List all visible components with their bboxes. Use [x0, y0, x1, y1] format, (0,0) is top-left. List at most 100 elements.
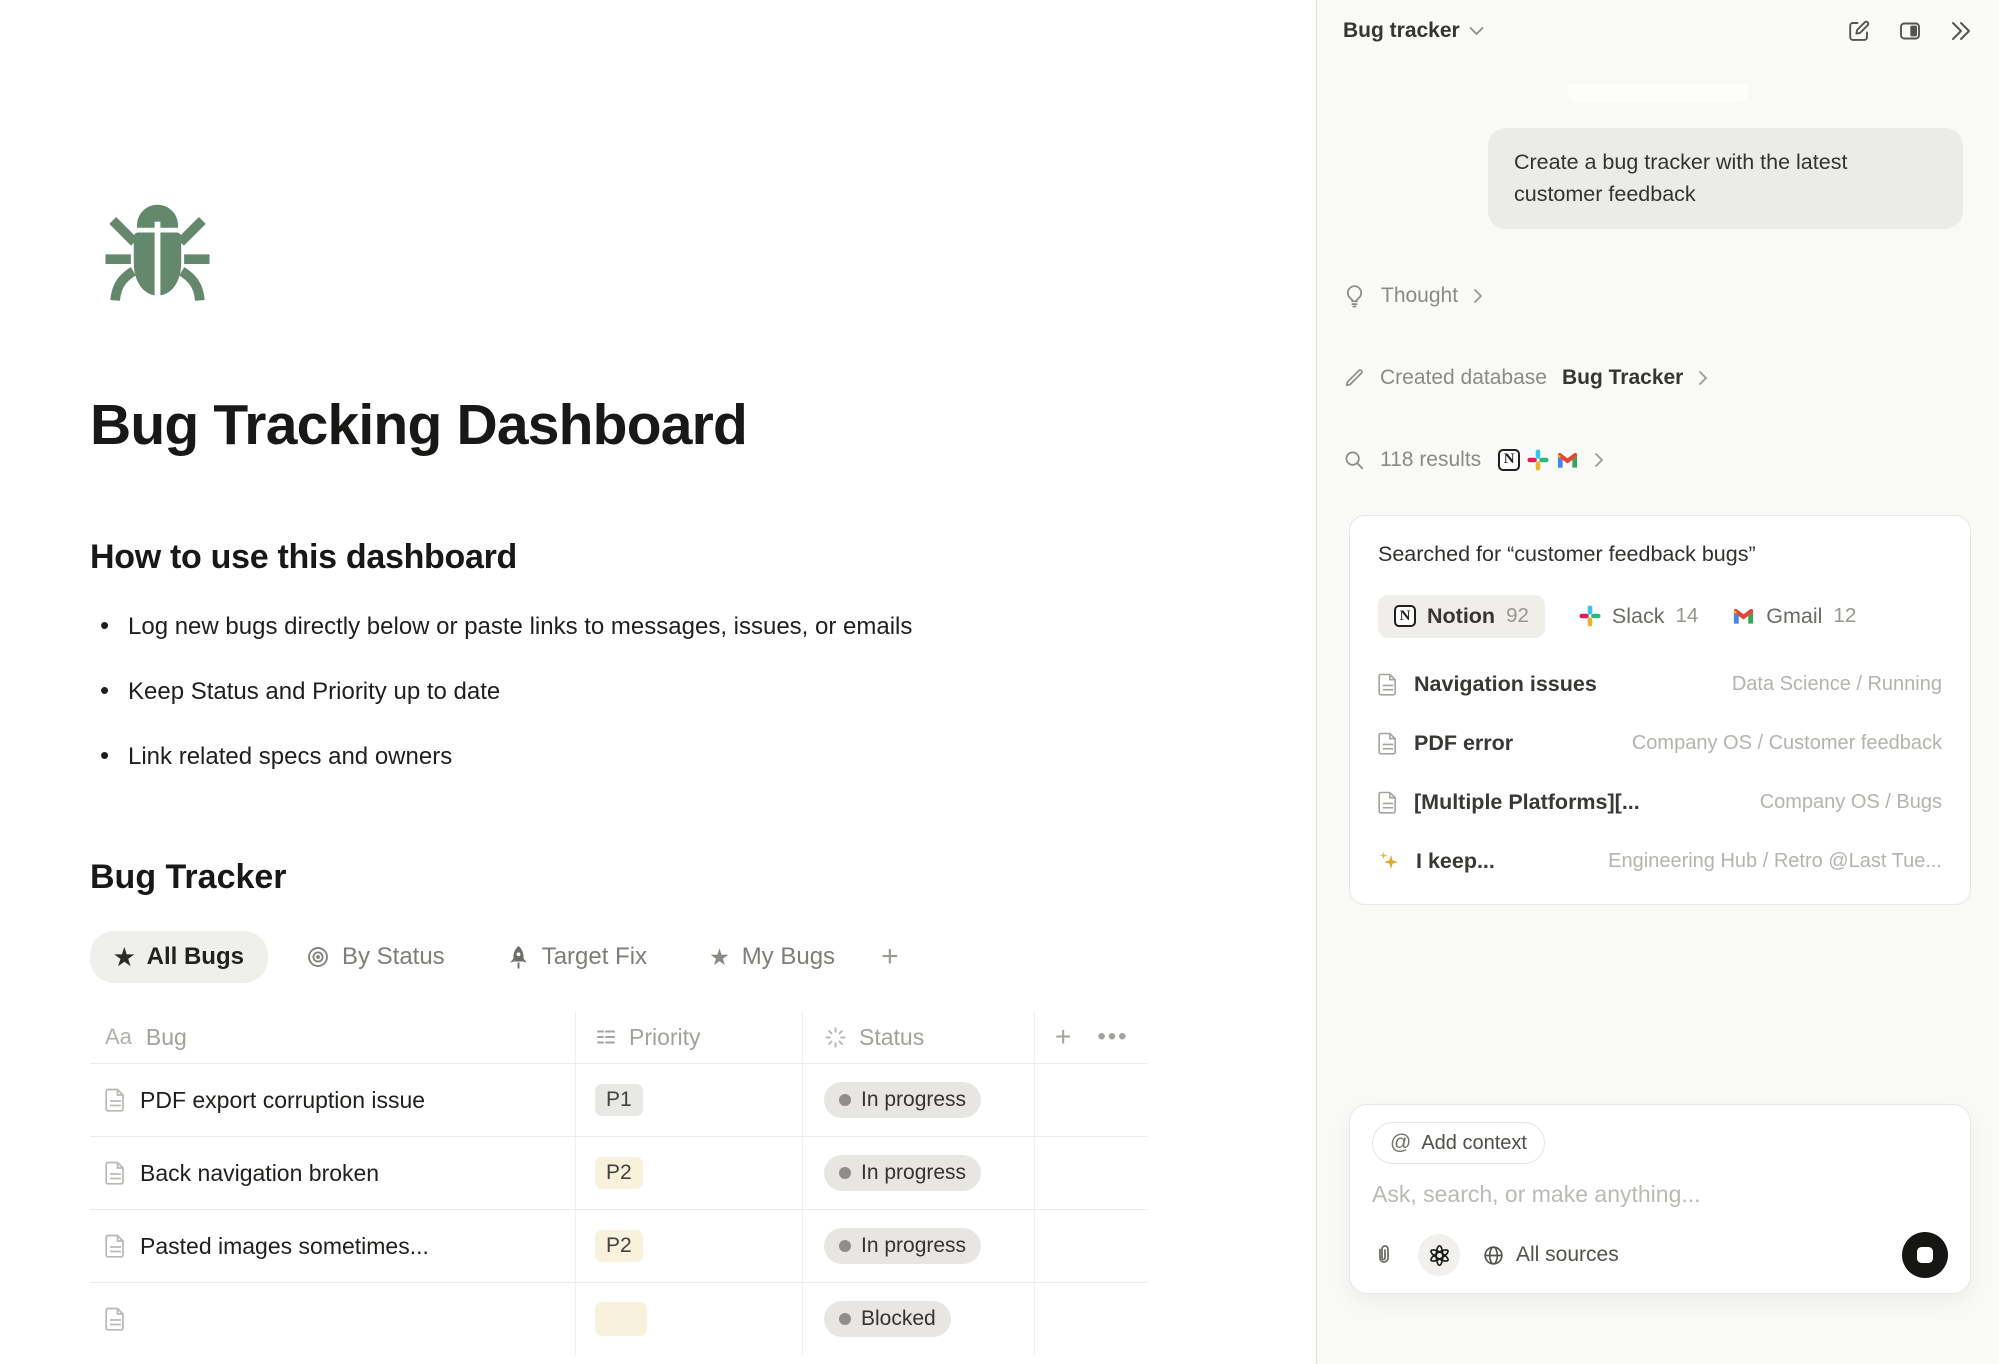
tab-all-bugs[interactable]: ★ All Bugs	[90, 931, 268, 983]
chat-thread: Create a bug tracker with the latest cus…	[1317, 62, 1999, 1364]
page-icon	[105, 1161, 126, 1185]
chevron-right-icon	[1473, 288, 1483, 304]
howto-heading: How to use this dashboard	[90, 538, 1120, 577]
chevron-right-icon	[1594, 452, 1604, 468]
text-type-icon: Aa	[105, 1024, 132, 1050]
search-results-card: Searched for “customer feedback bugs” N …	[1349, 515, 1971, 905]
table-options-button[interactable]: •••	[1097, 1023, 1128, 1051]
status-dot	[839, 1094, 851, 1106]
tab-my-bugs[interactable]: ★ My Bugs	[685, 931, 859, 983]
view-tabs: ★ All Bugs By Status Target Fix	[90, 931, 1120, 983]
gmail-icon	[1732, 607, 1755, 625]
bug-title: Back navigation broken	[140, 1160, 379, 1187]
openai-icon	[1427, 1243, 1452, 1268]
priority-chip[interactable]: P2	[595, 1157, 643, 1189]
panel-title[interactable]: Bug tracker	[1343, 19, 1460, 43]
bug-tracker-heading: Bug Tracker	[90, 858, 1120, 897]
priority-chip[interactable]: P2	[595, 1230, 643, 1262]
attachment-icon[interactable]	[1372, 1243, 1396, 1267]
stop-icon	[1917, 1247, 1933, 1263]
star-icon: ★	[114, 946, 135, 969]
status-spinner-icon	[824, 1026, 847, 1049]
bug-title: PDF export corruption issue	[140, 1087, 425, 1114]
compose-icon[interactable]	[1847, 19, 1871, 43]
status-dot	[839, 1240, 851, 1252]
target-icon	[306, 945, 330, 969]
notion-icon: N	[1498, 449, 1520, 471]
tab-by-status[interactable]: By Status	[282, 931, 469, 983]
result-item[interactable]: I keep... Engineering Hub / Retro @Last …	[1378, 849, 1942, 874]
result-item[interactable]: Navigation issues Data Science / Running	[1378, 672, 1942, 697]
chat-composer[interactable]: @ Add context Ask, search, or make anyth…	[1349, 1104, 1971, 1294]
status-pill[interactable]: In progress	[824, 1082, 981, 1118]
collapse-panel-icon[interactable]	[1949, 20, 1973, 42]
lightbulb-icon	[1343, 284, 1366, 308]
result-item[interactable]: PDF error Company OS / Customer feedback	[1378, 731, 1942, 756]
priority-chip[interactable]: P1	[595, 1084, 643, 1116]
search-icon	[1343, 449, 1365, 471]
status-pill[interactable]: Blocked	[824, 1301, 951, 1337]
bug-icon	[90, 189, 225, 310]
table-row[interactable]: Blocked	[90, 1282, 1147, 1355]
source-tab-notion[interactable]: N Notion 92	[1378, 595, 1545, 638]
howto-bullet: Log new bugs directly below or paste lin…	[90, 611, 1120, 642]
toggle-panel-icon[interactable]	[1898, 19, 1922, 43]
slack-icon	[1527, 449, 1549, 471]
page-icon	[105, 1088, 126, 1112]
status-pill[interactable]: In progress	[824, 1155, 981, 1191]
column-header-status[interactable]: Status	[803, 1011, 1035, 1063]
at-icon: @	[1390, 1131, 1411, 1155]
panel-header: Bug tracker	[1317, 0, 1999, 62]
add-column-button[interactable]: +	[1055, 1021, 1071, 1053]
source-tabs: N Notion 92 Slack 14	[1378, 595, 1942, 638]
howto-list: Log new bugs directly below or paste lin…	[90, 611, 1120, 772]
page-title: Bug Tracking Dashboard	[90, 392, 1120, 458]
search-results-step[interactable]: 118 results N	[1343, 445, 1973, 475]
bug-table: Aa Bug Priority	[90, 1011, 1147, 1355]
add-context-button[interactable]: @ Add context	[1372, 1122, 1545, 1164]
search-card-title: Searched for “customer feedback bugs”	[1378, 542, 1942, 567]
page-icon	[1378, 791, 1398, 814]
priority-chip[interactable]	[595, 1302, 647, 1336]
star-icon: ★	[709, 946, 730, 969]
table-row[interactable]: Back navigation broken P2 In progress	[90, 1136, 1147, 1209]
model-selector[interactable]	[1418, 1234, 1460, 1276]
document-page: Bug Tracking Dashboard How to use this d…	[0, 0, 1316, 1364]
rocket-icon	[507, 945, 530, 970]
table-row[interactable]: PDF export corruption issue P1 In progre…	[90, 1063, 1147, 1136]
status-dot	[839, 1313, 851, 1325]
user-message-bubble: Create a bug tracker with the latest cus…	[1488, 128, 1963, 229]
table-header-row: Aa Bug Priority	[90, 1011, 1147, 1063]
bug-title: Pasted images sometimes...	[140, 1233, 429, 1260]
tab-target-fix[interactable]: Target Fix	[483, 931, 671, 983]
stop-button[interactable]	[1902, 1232, 1948, 1278]
table-row[interactable]: Pasted images sometimes... P2 In progres…	[90, 1209, 1147, 1282]
all-sources-selector[interactable]: All sources	[1482, 1243, 1619, 1267]
column-header-priority[interactable]: Priority	[576, 1011, 803, 1063]
composer-input[interactable]: Ask, search, or make anything...	[1372, 1181, 1948, 1208]
pencil-icon	[1343, 367, 1365, 389]
globe-icon	[1482, 1244, 1505, 1267]
created-database-step[interactable]: Created database Bug Tracker	[1343, 363, 1973, 393]
status-dot	[839, 1167, 851, 1179]
howto-bullet: Link related specs and owners	[90, 741, 1120, 772]
slack-icon	[1579, 605, 1601, 627]
status-pill[interactable]: In progress	[824, 1228, 981, 1264]
page-icon	[1378, 673, 1398, 696]
page-icon	[105, 1307, 126, 1331]
ai-assistant-panel: Bug tracker Create a bug tracker with th…	[1316, 0, 1999, 1364]
source-tab-slack[interactable]: Slack 14	[1579, 604, 1698, 629]
previous-message-bubble	[1567, 84, 1749, 102]
source-tab-gmail[interactable]: Gmail 12	[1732, 604, 1856, 629]
result-item[interactable]: [Multiple Platforms][... Company OS / Bu…	[1378, 790, 1942, 815]
column-header-bug[interactable]: Aa Bug	[90, 1011, 576, 1063]
page-icon	[105, 1234, 126, 1258]
chevron-down-icon[interactable]	[1469, 26, 1484, 36]
page-icon	[1378, 732, 1398, 755]
created-database-name: Bug Tracker	[1562, 366, 1683, 390]
add-view-button[interactable]: +	[873, 940, 907, 974]
notion-icon: N	[1394, 605, 1416, 627]
gmail-icon	[1556, 451, 1579, 469]
thought-step[interactable]: Thought	[1343, 281, 1973, 311]
chevron-right-icon	[1698, 370, 1708, 386]
